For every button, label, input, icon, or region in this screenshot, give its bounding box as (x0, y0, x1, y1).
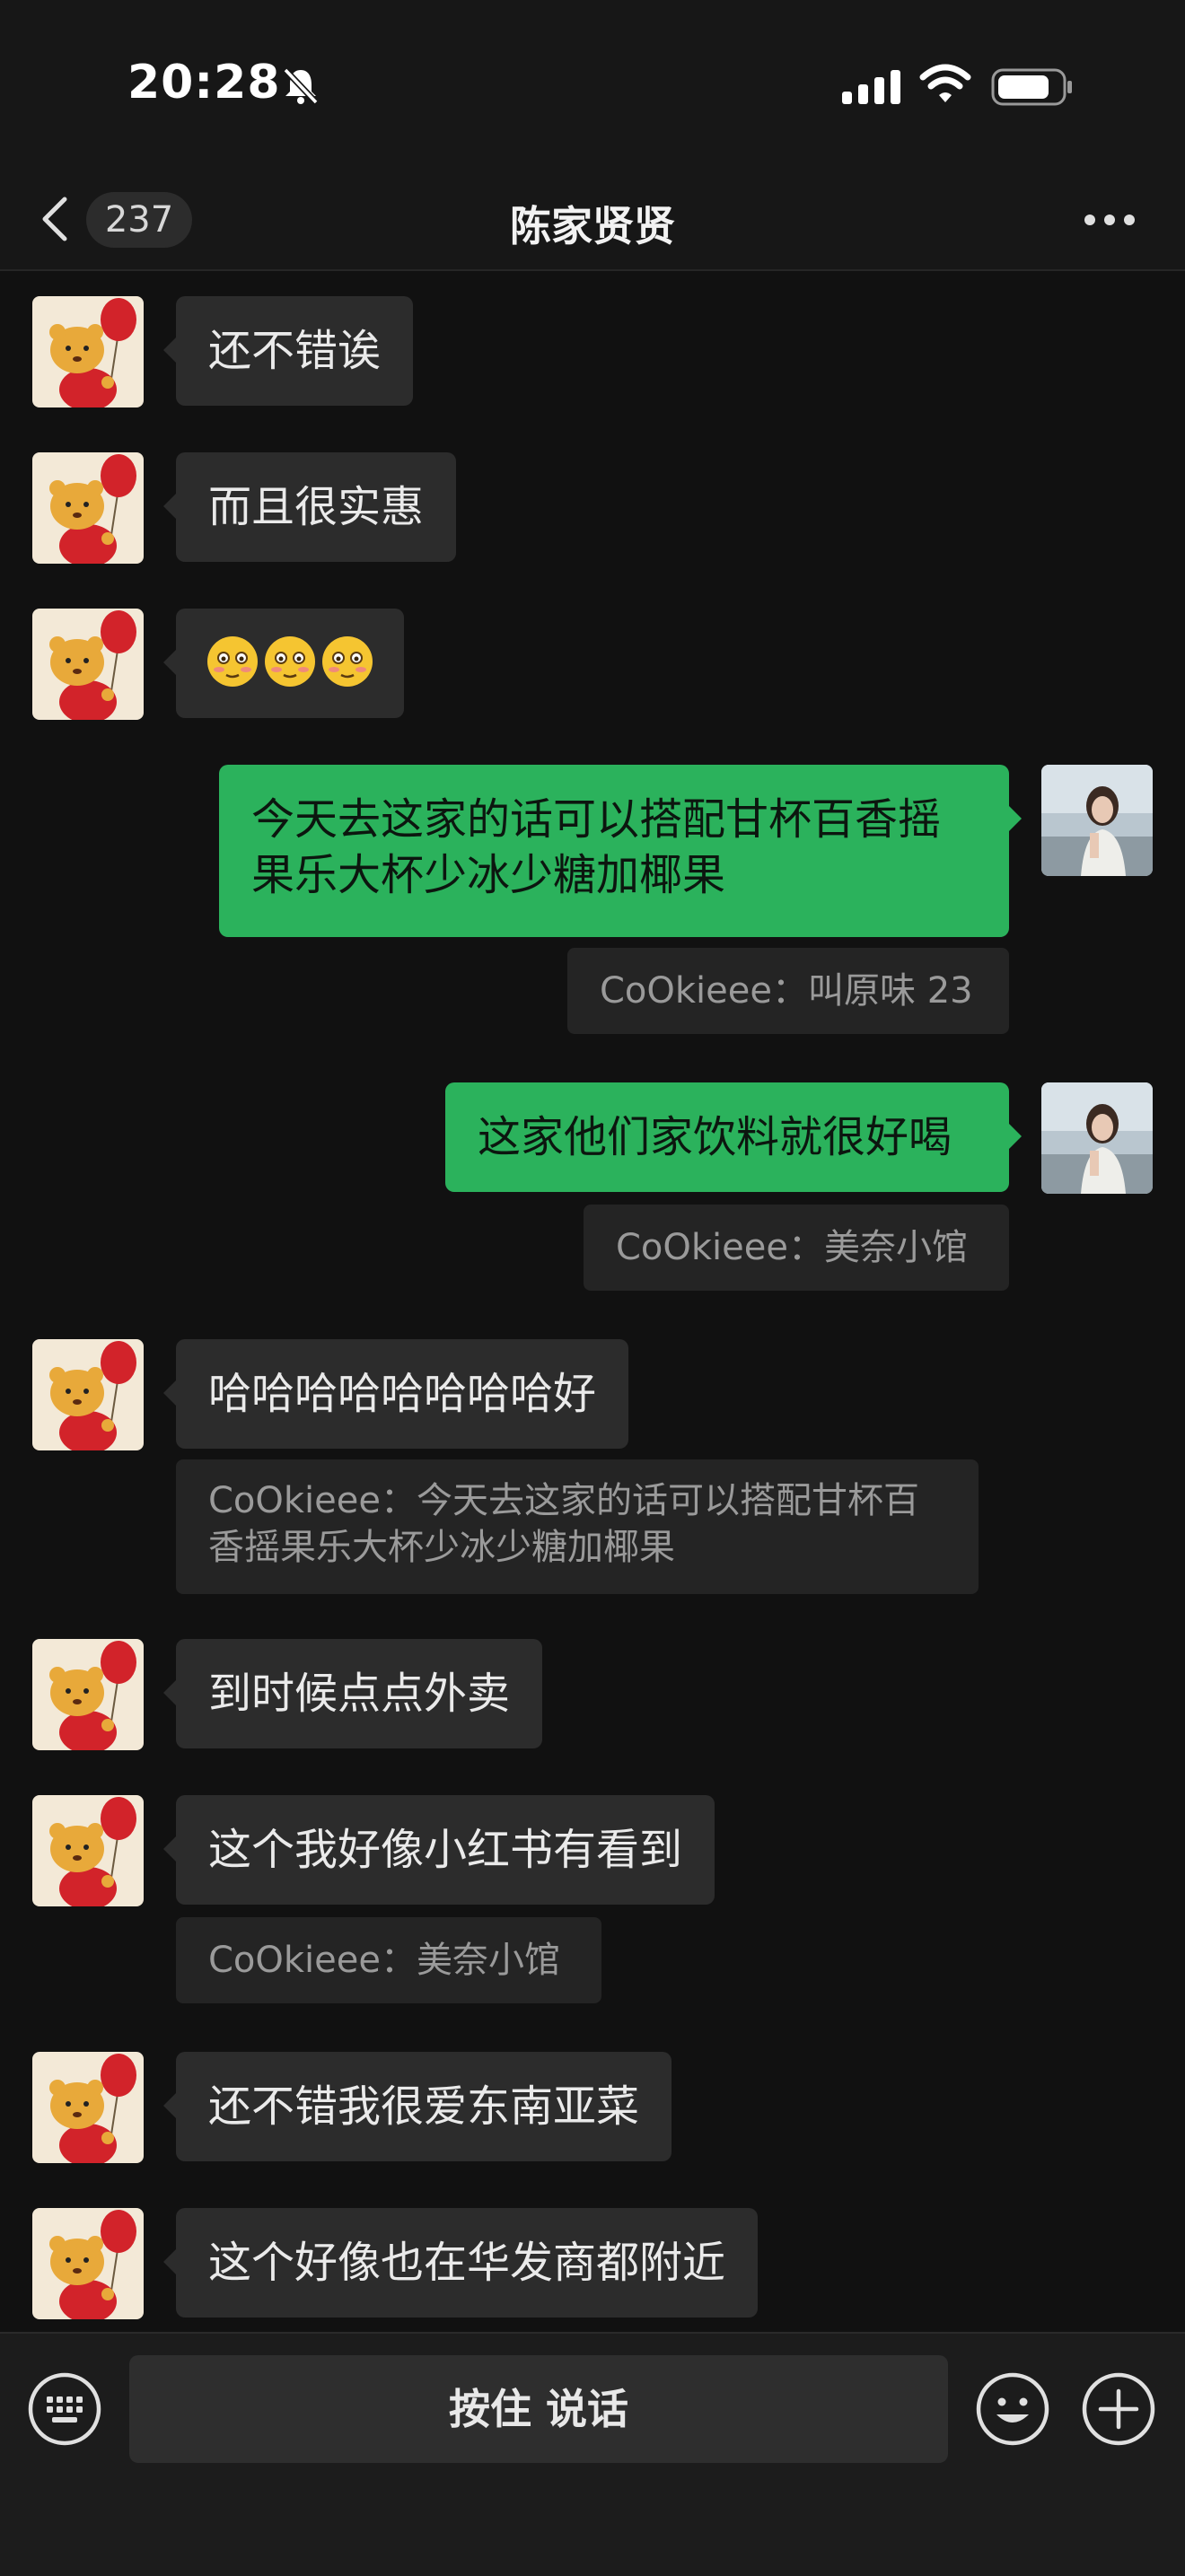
contact-avatar[interactable] (32, 452, 144, 564)
unread-count-badge[interactable]: 237 (86, 192, 192, 248)
message-bubble[interactable]: 到时候点点外卖 (162, 1639, 543, 1748)
chat-header: 237 陈家贤贤 (0, 171, 1185, 271)
quote-line: CoOkieee：今天去这家的话可以搭配甘杯百 (208, 1480, 919, 1521)
emoji-picker-icon[interactable] (975, 2371, 1050, 2447)
chat-title: 陈家贤贤 (510, 202, 675, 250)
battery-icon (991, 68, 1072, 106)
message-bubble[interactable]: 哈哈哈哈哈哈哈哈好 (162, 1339, 629, 1449)
quoted-message[interactable]: CoOkieee：今天去这家的话可以搭配甘杯百 香摇果乐大杯少冰少糖加椰果 (176, 1459, 979, 1594)
contact-avatar[interactable] (32, 1639, 144, 1750)
wifi-icon (919, 64, 971, 102)
message-bubble[interactable]: 这个好像也在华发商都附近 (162, 2208, 759, 2318)
message-bubble[interactable]: 今天去这家的话可以搭配甘杯百香摇 果乐大杯少冰少糖加椰果 (219, 765, 1022, 937)
contact-avatar[interactable] (32, 2208, 144, 2319)
message-list[interactable]: 还不错诶 而且很实惠 😳😳😳 (0, 271, 1185, 2332)
message-line: 今天去这家的话可以搭配甘杯百香摇 (251, 794, 942, 845)
more-options-icon[interactable] (1081, 206, 1138, 233)
status-time: 20:28 (127, 56, 281, 110)
contact-avatar[interactable] (32, 609, 144, 720)
quoted-message[interactable]: CoOkieee：叫原味 23 (567, 948, 1009, 1034)
quote-line: 香摇果乐大杯少冰少糖加椰果 (208, 1527, 675, 1568)
message-bubble[interactable]: 😳😳😳 (163, 609, 404, 718)
message-bubble[interactable]: 这家他们家饮料就很好喝 (445, 1082, 1022, 1192)
keyboard-icon[interactable] (27, 2371, 102, 2447)
contact-avatar[interactable] (32, 296, 144, 407)
contact-avatar[interactable] (32, 1339, 144, 1450)
contact-avatar[interactable] (32, 1795, 144, 1906)
hold-to-talk-button[interactable]: 按住 说话 (129, 2355, 948, 2463)
flushed-emoji-icon (207, 636, 373, 687)
bell-muted-icon (283, 67, 319, 105)
input-bar: 按住 说话 (0, 2332, 1185, 2576)
signal-icon (842, 70, 900, 104)
message-line: 果乐大杯少冰少糖加椰果 (251, 850, 726, 900)
message-bubble[interactable]: 而且很实惠 (162, 452, 457, 562)
message-bubble[interactable]: 还不错诶 (162, 296, 414, 406)
my-avatar[interactable] (1041, 765, 1153, 876)
message-bubble[interactable]: 还不错我很爱东南亚菜 (162, 2052, 672, 2161)
plus-icon[interactable] (1081, 2371, 1156, 2447)
status-bar: 20:28 (0, 0, 1185, 171)
my-avatar[interactable] (1041, 1082, 1153, 1194)
quoted-message[interactable]: CoOkieee：美奈小馆 (176, 1917, 601, 2003)
quoted-message[interactable]: CoOkieee：美奈小馆 (584, 1205, 1009, 1291)
message-bubble[interactable]: 这个我好像小红书有看到 (162, 1795, 715, 1905)
back-chevron-icon[interactable] (38, 194, 74, 244)
contact-avatar[interactable] (32, 2052, 144, 2163)
